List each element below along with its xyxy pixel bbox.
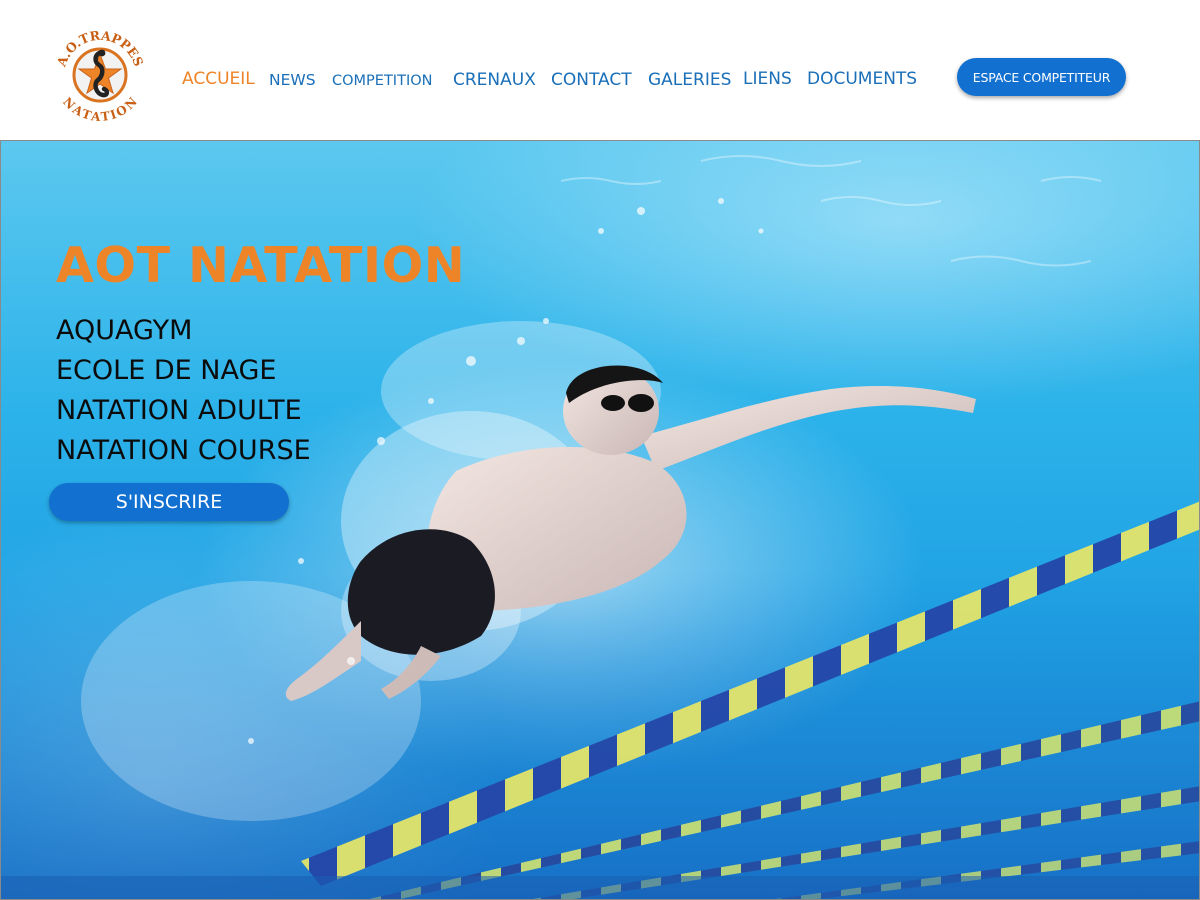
nav-crenaux[interactable]: CRENAUX — [453, 72, 536, 89]
nav-contact[interactable]: CONTACT — [551, 72, 632, 89]
program-ecole-de-nage: ECOLE DE NAGE — [56, 355, 277, 386]
inscrire-button[interactable]: S'INSCRIRE — [49, 483, 289, 521]
nav-accueil[interactable]: ACCUEIL — [182, 71, 255, 88]
nav-galeries[interactable]: GALERIES — [648, 72, 731, 89]
site-logo[interactable]: A.O.TRAPPES NATATION — [50, 18, 150, 128]
nav-documents[interactable]: DOCUMENTS — [807, 71, 917, 88]
hero-banner: AOT NATATION AQUAGYM ECOLE DE NAGE NATAT… — [0, 140, 1200, 900]
espace-competiteur-button[interactable]: ESPACE COMPETITEUR — [957, 58, 1126, 96]
nav-competition[interactable]: COMPETITION — [332, 74, 432, 89]
seahorse-star-emblem-icon: A.O.TRAPPES NATATION — [53, 28, 146, 124]
nav-liens[interactable]: LIENS — [743, 71, 792, 88]
site-header: A.O.TRAPPES NATATION ACCUEIL NEWS COMPET… — [0, 0, 1200, 140]
nav-news[interactable]: NEWS — [269, 72, 316, 89]
program-natation-course: NATATION COURSE — [56, 435, 311, 466]
program-natation-adulte: NATATION ADULTE — [56, 395, 302, 426]
program-aquagym: AQUAGYM — [56, 315, 193, 346]
hero-title: AOT NATATION — [56, 237, 466, 294]
